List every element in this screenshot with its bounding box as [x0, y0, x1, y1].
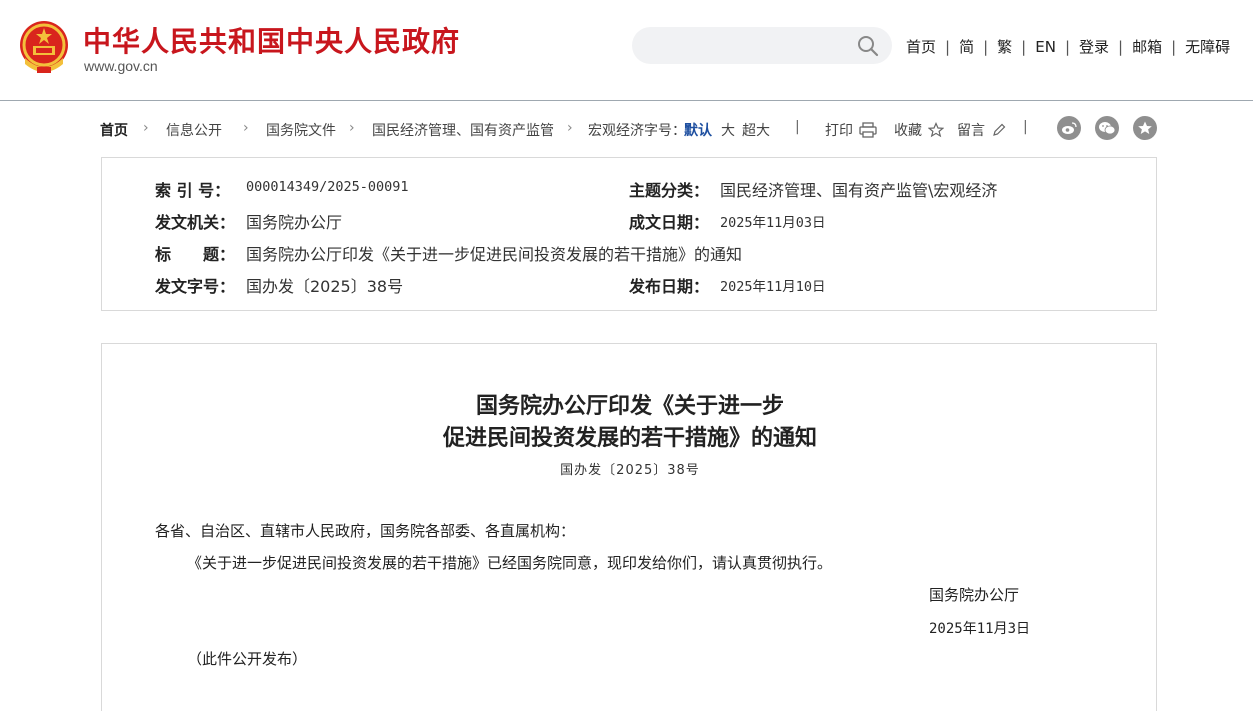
search-input[interactable]	[648, 35, 848, 57]
breadcrumb-home[interactable]: 首页	[100, 120, 128, 140]
site-domain: www.gov.cn	[84, 58, 158, 74]
doc-no-value: 国办发〔2025〕38号	[246, 277, 404, 296]
title-value: 国务院办公厅印发《关于进一步促进民间投资发展的若干措施》的通知	[246, 245, 743, 264]
font-size-label: 字号：	[644, 123, 686, 139]
font-size-large[interactable]: 大	[721, 120, 735, 140]
comment-button[interactable]: 留言	[957, 120, 1007, 140]
nav-mailbox[interactable]: 邮箱	[1132, 36, 1162, 57]
article-title-line-2: 促进民间投资发展的若干措施》的通知	[442, 425, 817, 451]
print-button[interactable]: 打印	[825, 120, 877, 140]
nav-login[interactable]: 登录	[1079, 36, 1109, 57]
chevron-right-icon: ›	[143, 120, 149, 136]
font-size-default[interactable]: 默认	[684, 120, 712, 140]
nav-english[interactable]: EN	[1035, 38, 1056, 56]
topic-value: 国民经济管理、国有资产监管\宏观经济	[720, 181, 998, 200]
issuer-value: 国务院办公厅	[246, 213, 343, 232]
favorite-label: 收藏	[894, 123, 922, 139]
nav-traditional[interactable]: 繁	[997, 36, 1012, 57]
article-paragraph: 《关于进一步促进民间投资发展的若干措施》已经国务院同意，现印发给你们，请认真贯彻…	[187, 554, 833, 572]
comment-label: 留言	[957, 123, 985, 139]
chevron-right-icon: ›	[567, 120, 573, 136]
search-box	[632, 27, 892, 64]
weibo-icon[interactable]	[1057, 116, 1081, 140]
article-salutation: 各省、自治区、直辖市人民政府，国务院各部委、各直属机构：	[155, 522, 576, 540]
national-emblem-icon[interactable]	[17, 18, 71, 76]
toolbar-separator: |	[795, 119, 800, 135]
favorite-star-icon[interactable]	[1133, 116, 1157, 140]
breadcrumb-state-council-docs[interactable]: 国务院文件	[266, 120, 336, 140]
nav-simplified[interactable]: 简	[959, 36, 974, 57]
written-date-value: 2025年11月03日	[720, 215, 826, 231]
issuer-label: 发文机关：	[155, 213, 236, 232]
article-body: 国务院办公厅印发《关于进一步 促进民间投资发展的若干措施》的通知 国办发〔202…	[101, 343, 1157, 711]
font-size-extra-large[interactable]: 超大	[742, 120, 770, 140]
top-nav: 首页 | 简 | 繁 | EN | 登录 | 邮箱 | 无障碍	[906, 36, 1230, 57]
topic-label: 主题分类：	[629, 181, 710, 200]
search-icon[interactable]	[856, 34, 880, 58]
breadcrumb-info-public[interactable]: 信息公开	[166, 120, 222, 140]
breadcrumb: 首页 › 信息公开 › 国务院文件 › 国民经济管理、国有资产监管 › 宏观经济…	[100, 116, 1160, 142]
printer-icon	[859, 122, 877, 138]
title-label: 标 题：	[155, 245, 236, 264]
doc-no-label: 发文字号：	[155, 277, 236, 296]
index-no-label: 索 引 号：	[155, 181, 231, 200]
nav-separator: |	[1064, 37, 1070, 56]
publish-date-label: 发布日期：	[629, 277, 710, 296]
article-doc-no: 国办发〔2025〕38号	[560, 463, 700, 478]
nav-separator: |	[1171, 37, 1177, 56]
nav-separator: |	[1118, 37, 1124, 56]
nav-separator: |	[945, 37, 951, 56]
nav-separator: |	[1021, 37, 1027, 56]
toolbar-separator: |	[1023, 119, 1028, 135]
article-signature: 国务院办公厅	[929, 586, 1020, 604]
nav-home[interactable]: 首页	[906, 36, 936, 57]
breadcrumb-macro-economy[interactable]: 宏观经济	[588, 120, 644, 140]
index-no-value: 000014349/2025-00091	[246, 179, 409, 195]
star-outline-icon	[928, 122, 944, 138]
pencil-icon	[993, 123, 1006, 136]
article-publish-note: （此件公开发布）	[187, 650, 308, 668]
document-meta-panel: 索 引 号： 000014349/2025-00091 主题分类： 国民经济管理…	[101, 157, 1157, 311]
wechat-icon[interactable]	[1095, 116, 1119, 140]
article-title-line-1: 国务院办公厅印发《关于进一步	[475, 393, 784, 419]
favorite-button[interactable]: 收藏	[894, 120, 944, 140]
nav-separator: |	[983, 37, 989, 56]
site-name[interactable]: 中华人民共和国中央人民政府	[83, 20, 460, 60]
breadcrumb-economy-management[interactable]: 国民经济管理、国有资产监管	[372, 120, 554, 140]
chevron-right-icon: ›	[349, 120, 355, 136]
written-date-label: 成文日期：	[629, 213, 710, 232]
print-label: 打印	[825, 123, 853, 139]
chevron-right-icon: ›	[243, 120, 249, 136]
site-header: 中华人民共和国中央人民政府 www.gov.cn 首页 | 简 | 繁 | EN…	[0, 0, 1253, 101]
publish-date-value: 2025年11月10日	[720, 279, 826, 295]
nav-accessibility[interactable]: 无障碍	[1185, 36, 1230, 57]
article-date: 2025年11月3日	[929, 621, 1031, 637]
